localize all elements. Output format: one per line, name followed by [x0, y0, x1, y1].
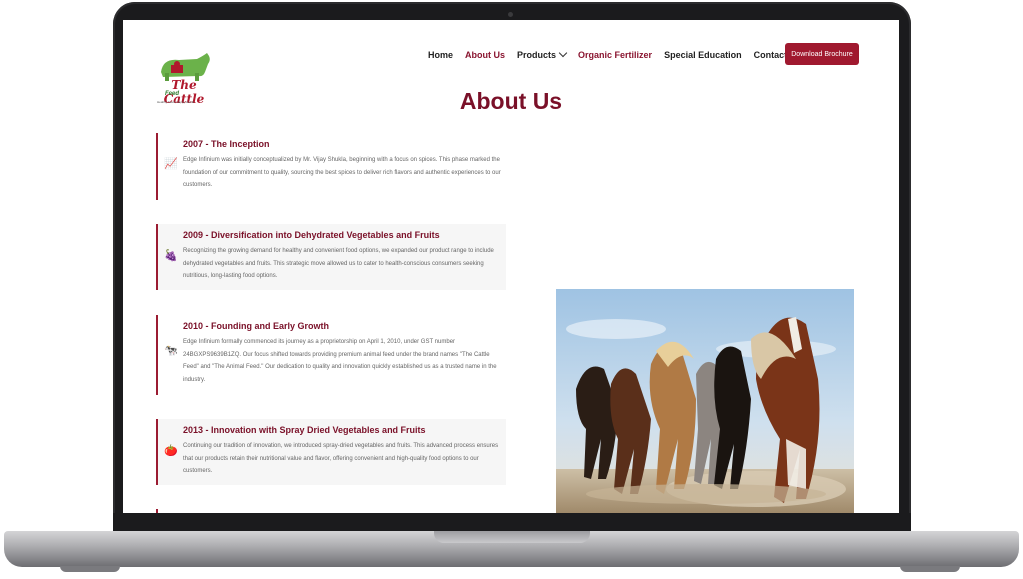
screen: The Cattle Feed Healthy Feed, Happy Herd… [123, 20, 899, 513]
chart-icon: 📈 [164, 158, 178, 170]
timeline-title: 2009 - Diversification into Dehydrated V… [183, 230, 440, 240]
page-title: About Us [459, 88, 563, 114]
grapes-icon: 🍇 [164, 250, 178, 262]
timeline-description: Edge Infinium formally commenced its jou… [183, 339, 497, 383]
nav-about-us[interactable]: About Us [465, 50, 505, 60]
camera-dot [508, 12, 513, 17]
timeline-description: Continuing our tradition of innovation, … [183, 443, 499, 474]
timeline-item: 🍇 2009 - Diversification into Dehydrated… [156, 224, 506, 290]
horses-photo [556, 289, 854, 513]
timeline-bar [156, 315, 158, 395]
chevron-down-icon [558, 48, 568, 58]
cow-icon: 🐄 [164, 345, 178, 357]
timeline-title: 2010 - Founding and Early Growth [183, 321, 330, 331]
timeline-bar [156, 224, 158, 290]
nav-organic-fertilizer[interactable]: Organic Fertilizer [578, 50, 652, 60]
timeline-item: 🍅 2013 - Innovation with Spray Dried Veg… [156, 419, 506, 485]
timeline-description: Edge Infinium was initially conceptualiz… [183, 157, 501, 188]
laptop-foot [60, 566, 120, 572]
timeline-title: 2007 - The Inception [183, 139, 270, 149]
timeline-item: 📈 2007 - The Inception Edge Infinium was… [156, 133, 506, 200]
nav-products[interactable]: Products [517, 48, 568, 60]
tomato-icon: 🍅 [164, 445, 178, 457]
timeline-bar [156, 133, 158, 200]
main-nav: Home About Us Products Organic Fertilize… [428, 48, 813, 62]
timeline-description: Recognizing the growing demand for healt… [183, 248, 494, 279]
timeline-bar [156, 509, 158, 513]
timeline-item: 🐄 2010 - Founding and Early Growth Edge … [156, 315, 506, 395]
nav-products-label: Products [517, 50, 557, 60]
timeline-title: 2013 - Innovation with Spray Dried Veget… [183, 425, 426, 435]
nav-home[interactable]: Home [428, 50, 453, 60]
laptop-bezel [113, 513, 911, 531]
timeline-item [156, 509, 506, 513]
timeline-bar [156, 419, 158, 485]
laptop-notch [434, 531, 590, 543]
download-brochure-button[interactable]: Download Brochure [785, 43, 859, 65]
nav-special-education[interactable]: Special Education [664, 50, 742, 60]
laptop-foot [900, 566, 960, 572]
